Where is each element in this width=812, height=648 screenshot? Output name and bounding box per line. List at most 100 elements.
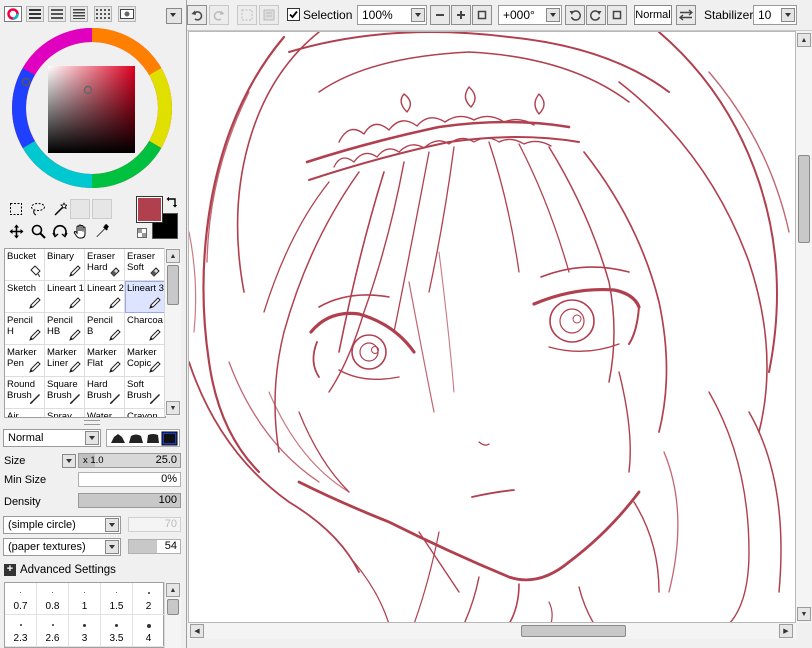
brush-binary[interactable]: Binary — [45, 249, 85, 281]
size-preset[interactable]: 2.3 — [5, 615, 37, 647]
rotation-select[interactable]: +000° — [498, 5, 562, 25]
drawing-canvas[interactable] — [188, 31, 796, 623]
scroll-up-icon[interactable]: ▲ — [166, 249, 180, 263]
brush-lineart-1[interactable]: Lineart 1 — [45, 281, 85, 313]
palette-tab[interactable] — [70, 6, 88, 22]
view-mode-button[interactable]: Normal — [634, 5, 672, 25]
scroll-thumb[interactable] — [167, 599, 179, 615]
lasso-icon[interactable] — [28, 200, 48, 218]
selection-checkbox[interactable] — [287, 8, 300, 21]
chevron-down-icon[interactable] — [546, 8, 560, 22]
horizontal-scroll-thumb[interactable] — [521, 625, 626, 637]
redo-button[interactable] — [209, 5, 229, 25]
brush-spray[interactable]: Spray — [45, 409, 85, 417]
scratch-pad-tab[interactable] — [118, 6, 136, 22]
swatch-tab[interactable] — [94, 6, 112, 22]
primary-color-swatch[interactable] — [136, 196, 163, 223]
flip-horizontal-button[interactable] — [676, 5, 696, 25]
size-slider[interactable]: x 1.0 25.0 — [78, 453, 181, 468]
size-preset[interactable]: 1.5 — [101, 583, 133, 615]
brush-crayon[interactable]: Crayon — [125, 409, 165, 417]
brush-square-brush[interactable]: Square Brush — [45, 377, 85, 409]
brush-bucket[interactable]: Bucket — [5, 249, 45, 281]
size-preset[interactable]: 0.8 — [37, 583, 69, 615]
brush-marker-copic[interactable]: Marker Copic — [125, 345, 165, 377]
brush-eraser-hard[interactable]: Eraser Hard — [85, 249, 125, 281]
size-preset[interactable]: 3.5 — [101, 615, 133, 647]
brush-eraser-soft[interactable]: Eraser Soft — [125, 249, 165, 281]
chevron-down-icon[interactable] — [85, 431, 99, 445]
size-preset[interactable]: 1 — [69, 583, 101, 615]
brush-charcoa[interactable]: Charcoa — [125, 313, 165, 345]
size-preset[interactable]: 4 — [133, 615, 165, 647]
move-icon[interactable] — [6, 222, 26, 240]
rotate-ccw-button[interactable] — [565, 5, 585, 25]
brush-marker-flat[interactable]: Marker Flat — [85, 345, 125, 377]
undo-button[interactable] — [187, 5, 207, 25]
splitter-grip[interactable] — [84, 420, 100, 425]
brush-soft-brush[interactable]: Soft Brush — [125, 377, 165, 409]
brush-marker-pen[interactable]: Marker Pen — [5, 345, 45, 377]
size-preset[interactable]: 0.7 — [5, 583, 37, 615]
zoom-out-button[interactable] — [430, 5, 450, 25]
canvas-vertical-scrollbar[interactable]: ▲ ▼ — [796, 31, 812, 639]
min-size-slider[interactable]: 0% — [78, 472, 181, 487]
transparent-color-icon[interactable] — [137, 228, 147, 238]
scroll-left-icon[interactable]: ◀ — [190, 624, 204, 638]
brush-lineart-2[interactable]: Lineart 2 — [85, 281, 125, 313]
chevron-down-icon[interactable] — [105, 518, 119, 532]
size-multiplier-button[interactable] — [62, 454, 76, 468]
brush-scrollbar[interactable]: ▲ ▼ — [164, 248, 181, 416]
scroll-down-icon[interactable]: ▼ — [166, 401, 180, 415]
brush-lineart-3[interactable]: Lineart 3 — [125, 281, 165, 313]
rotate-icon[interactable] — [50, 222, 70, 240]
zoom-icon[interactable] — [28, 222, 48, 240]
deselect-button[interactable] — [237, 5, 257, 25]
eyedropper-icon[interactable] — [92, 222, 112, 240]
rgb-slider-tab[interactable] — [26, 6, 44, 22]
size-preset[interactable]: 3 — [69, 615, 101, 647]
vertical-scroll-thumb[interactable] — [798, 155, 810, 243]
scroll-down-icon[interactable]: ▼ — [797, 607, 811, 621]
zoom-in-button[interactable] — [451, 5, 471, 25]
brush-air[interactable]: Air — [5, 409, 45, 417]
size-preset[interactable]: 2.6 — [37, 615, 69, 647]
density-slider[interactable]: 100 — [78, 493, 181, 508]
advanced-settings-label[interactable]: Advanced Settings — [20, 564, 116, 576]
stabilizer-select[interactable]: 10 — [753, 5, 797, 25]
color-wheel[interactable] — [10, 26, 174, 190]
presets-scrollbar[interactable]: ▲ — [164, 582, 181, 648]
brush-pencil-b[interactable]: Pencil B — [85, 313, 125, 345]
brush-texture-strength[interactable]: 54 — [128, 539, 181, 554]
rotate-cw-button[interactable] — [586, 5, 606, 25]
brush-pencil-h[interactable]: Pencil H — [5, 313, 45, 345]
size-preset[interactable]: 2 — [133, 583, 165, 615]
scroll-up-icon[interactable]: ▲ — [797, 33, 811, 47]
brush-shape-select[interactable]: (simple circle) — [3, 516, 121, 534]
zoom-reset-button[interactable] — [472, 5, 492, 25]
scroll-right-icon[interactable]: ▶ — [779, 624, 793, 638]
brush-sketch[interactable]: Sketch — [5, 281, 45, 313]
brush-round-brush[interactable]: Round Brush — [5, 377, 45, 409]
brush-water[interactable]: Water — [85, 409, 125, 417]
rectangle-select-icon[interactable] — [6, 200, 26, 218]
hsv-slider-tab[interactable] — [48, 6, 66, 22]
chevron-down-icon[interactable] — [781, 8, 795, 22]
zoom-select[interactable]: 100% — [357, 5, 427, 25]
canvas-horizontal-scrollbar[interactable]: ◀ ▶ — [188, 623, 796, 639]
chevron-down-icon[interactable] — [411, 8, 425, 22]
magic-wand-icon[interactable] — [50, 200, 70, 218]
hand-icon[interactable] — [70, 222, 90, 240]
swap-colors-icon[interactable] — [166, 196, 178, 211]
brush-blend-select[interactable]: Normal — [3, 429, 101, 447]
brush-marker-liner[interactable]: Marker Liner — [45, 345, 85, 377]
panel-menu-button[interactable] — [166, 8, 182, 24]
chevron-down-icon[interactable] — [105, 540, 119, 554]
brush-texture-select[interactable]: (paper textures) — [3, 538, 121, 556]
expand-plus-icon[interactable]: + — [4, 564, 16, 576]
scroll-up-icon[interactable]: ▲ — [166, 583, 180, 597]
rotation-reset-button[interactable] — [607, 5, 627, 25]
scroll-thumb[interactable] — [167, 265, 179, 305]
brush-pencil-hb[interactable]: Pencil HB — [45, 313, 85, 345]
color-wheel-tab[interactable] — [4, 6, 22, 22]
